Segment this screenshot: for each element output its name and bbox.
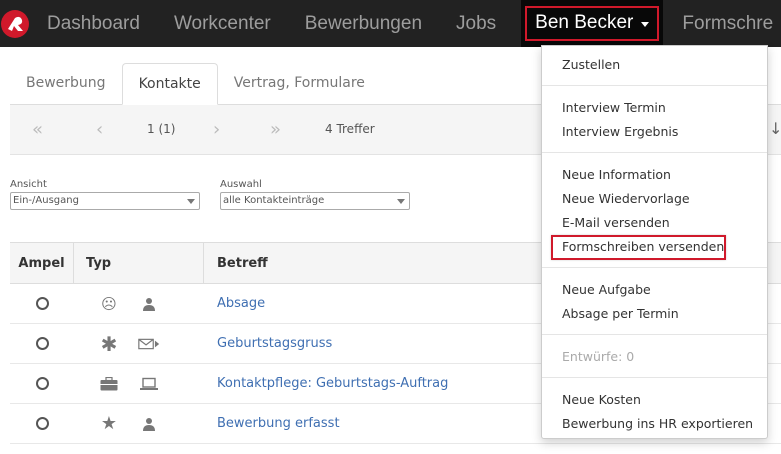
star-icon: ★: [100, 413, 118, 434]
nav-bewerbungen[interactable]: Bewerbungen: [288, 0, 439, 47]
prev-page-icon[interactable]: ‹: [96, 119, 103, 140]
chevron-down-icon: [397, 199, 405, 204]
auswahl-select[interactable]: alle Kontakteinträge: [220, 192, 410, 210]
status-circle-icon: [35, 337, 49, 350]
status-circle-icon: [35, 417, 49, 430]
tab-kontakte[interactable]: Kontakte: [121, 63, 218, 105]
menu-item-absage-per-termin[interactable]: Absage per Termin: [562, 306, 679, 321]
nav-dashboard[interactable]: Dashboard: [30, 0, 157, 47]
tab-vertrag-formulare[interactable]: Vertrag, Formulare: [218, 63, 381, 104]
highlight-box: [551, 235, 726, 260]
menu-item-email-versenden[interactable]: E-Mail versenden: [562, 215, 670, 230]
logo-icon[interactable]: [0, 0, 30, 47]
menu-divider: [542, 334, 767, 335]
nav-formschreiben[interactable]: Formschre: [663, 0, 781, 47]
menu-divider: [542, 267, 767, 268]
status-circle-icon: [35, 297, 49, 310]
page-indicator: 1 (1): [147, 122, 176, 136]
menu-item-zustellen[interactable]: Zustellen: [562, 57, 620, 72]
menu-divider: [542, 85, 767, 86]
first-page-icon[interactable]: «: [32, 119, 43, 140]
user-name: Ben Becker: [535, 12, 634, 33]
tab-bewerbung[interactable]: Bewerbung: [10, 63, 122, 104]
user-menu-toggle[interactable]: Ben Becker: [521, 0, 664, 47]
betreff-link[interactable]: Absage: [217, 296, 265, 311]
status-circle-icon: [35, 377, 49, 390]
menu-item-bewerbung-hr-export[interactable]: Bewerbung ins HR exportieren: [562, 416, 753, 431]
ansicht-value: Ein-/Ausgang: [13, 195, 79, 206]
menu-item-neue-wiedervorlage[interactable]: Neue Wiedervorlage: [562, 191, 690, 206]
menu-item-entwuerfe: Entwürfe: 0: [562, 349, 635, 364]
result-count: 4 Treffer: [325, 122, 375, 136]
mail-send-icon: [138, 337, 160, 351]
filter-auswahl: Auswahl alle Kontakteinträge: [220, 179, 410, 210]
menu-item-neue-aufgabe[interactable]: Neue Aufgabe: [562, 282, 651, 297]
auswahl-label: Auswahl: [220, 179, 262, 190]
chevron-down-icon: [187, 199, 195, 204]
menu-divider: [542, 152, 767, 153]
caret-down-icon: [641, 21, 650, 27]
last-page-icon[interactable]: »: [270, 119, 281, 140]
betreff-link[interactable]: Kontaktpflege: Geburtstags-Auftrag: [217, 376, 448, 391]
menu-item-neue-information[interactable]: Neue Information: [562, 167, 671, 182]
filter-ansicht: Ansicht Ein-/Ausgang: [10, 179, 200, 210]
menu-item-neue-kosten[interactable]: Neue Kosten: [562, 392, 641, 407]
ansicht-label: Ansicht: [10, 179, 47, 190]
betreff-link[interactable]: Geburtstagsgruss: [217, 336, 332, 351]
menu-item-interview-ergebnis[interactable]: Interview Ergebnis: [562, 124, 678, 139]
asterisk-icon: ✱: [100, 331, 118, 356]
person-icon: [138, 417, 160, 431]
nav-jobs[interactable]: Jobs: [439, 0, 513, 47]
person-icon: [138, 297, 160, 311]
top-navbar: Dashboard Workcenter Bewerbungen Jobs Be…: [0, 0, 781, 47]
user-dropdown-menu: Zustellen Interview Termin Interview Erg…: [541, 45, 768, 439]
header-typ[interactable]: Typ: [74, 243, 204, 283]
auswahl-value: alle Kontakteinträge: [223, 195, 325, 206]
betreff-link[interactable]: Bewerbung erfasst: [217, 416, 340, 431]
next-page-icon[interactable]: ›: [213, 119, 220, 140]
header-ampel[interactable]: Ampel: [10, 243, 74, 283]
menu-item-interview-termin[interactable]: Interview Termin: [562, 100, 666, 115]
user-menu-highlight[interactable]: Ben Becker: [525, 6, 660, 41]
collapse-icon[interactable]: ↓: [769, 119, 781, 138]
frown-icon: ☹: [101, 294, 117, 313]
briefcase-icon: [98, 376, 120, 391]
menu-divider: [542, 377, 767, 378]
ansicht-select[interactable]: Ein-/Ausgang: [10, 192, 200, 210]
nav-workcenter[interactable]: Workcenter: [157, 0, 288, 47]
laptop-icon: [138, 377, 160, 391]
